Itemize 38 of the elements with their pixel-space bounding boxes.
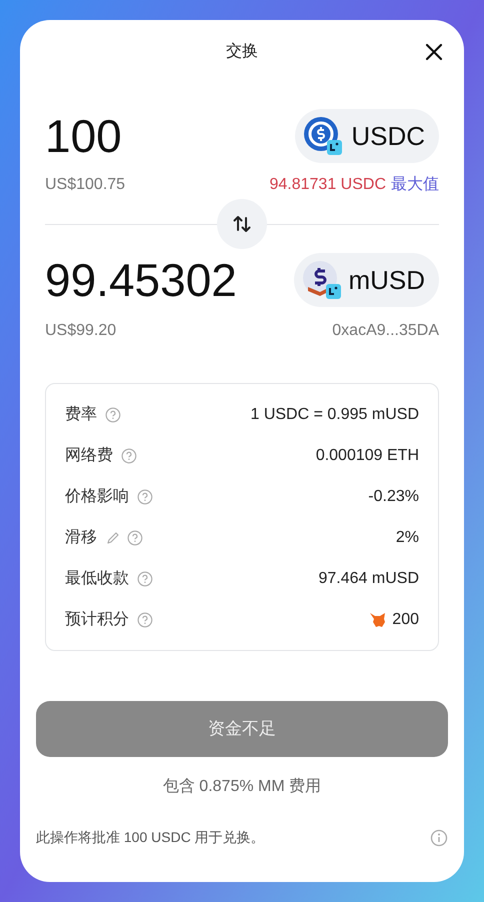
swap-arrows-icon [232, 214, 252, 234]
help-icon[interactable] [105, 406, 121, 422]
detail-value: 97.464 mUSD [318, 568, 419, 588]
detail-value: 200 [392, 610, 419, 630]
detail-label: 最低收款 [65, 568, 129, 588]
fox-icon [369, 612, 386, 628]
edit-icon[interactable] [105, 530, 121, 546]
fee-note: 包含 0.875% MM 费用 [162, 778, 322, 795]
fiat-value: US$99.20 [45, 321, 116, 341]
info-icon[interactable] [430, 828, 448, 846]
help-icon[interactable] [121, 448, 137, 464]
fiat-value: US$100.75 [45, 175, 126, 195]
help-icon[interactable] [137, 570, 153, 586]
help-icon[interactable] [137, 488, 153, 504]
detail-value: 1 USDC = 0.995 mUSD [250, 404, 419, 424]
detail-label: 费率 [65, 404, 97, 424]
amount-input[interactable]: 100 [45, 113, 122, 159]
close-icon [425, 43, 443, 61]
window-title: 交换 [226, 42, 258, 62]
detail-label: 网络费 [65, 446, 113, 466]
max-link[interactable]: 最大值 [391, 173, 439, 197]
detail-label: 价格影响 [65, 486, 129, 506]
detail-label: 滑移 [65, 528, 97, 548]
amount-output: 99.45302 [45, 257, 237, 303]
detail-label: 预计积分 [65, 610, 129, 630]
token-selector[interactable]: USDC [295, 109, 439, 163]
coin-icon [303, 116, 344, 156]
help-icon[interactable] [137, 612, 153, 628]
balance-text: 94.81731 USDC [269, 175, 386, 195]
detail-value: -0.23% [368, 486, 419, 506]
token-selector[interactable]: mUSD [294, 253, 439, 307]
detail-value: 2% [396, 528, 419, 548]
detail-value: 0.000109 ETH [316, 446, 419, 466]
coin-icon [302, 260, 342, 300]
approval-note: 此操作将批准 100 USDC 用于兑换。 [36, 828, 265, 847]
wallet-address: 0xacA9...35DA [332, 321, 439, 341]
swap-direction-button[interactable] [217, 199, 267, 249]
help-icon[interactable] [127, 530, 143, 546]
